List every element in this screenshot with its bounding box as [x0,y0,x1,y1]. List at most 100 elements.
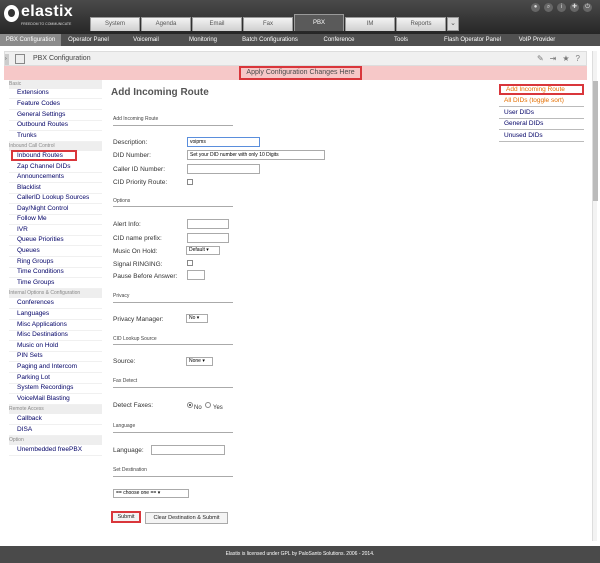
scrollbar-thumb[interactable] [593,81,598,201]
sidebar-item-time-groups[interactable]: Time Groups [9,278,102,289]
privacy-manager-label: Privacy Manager: [113,316,164,323]
cid-priority-checkbox[interactable] [187,179,193,185]
sidebar-item-queue-priorities[interactable]: Queue Priorities [9,235,102,246]
sidebar-toggle[interactable]: › [5,54,9,65]
sidebar-item-feature-codes[interactable]: Feature Codes [9,99,102,110]
destination-select[interactable]: == choose one == ▾ [113,489,189,498]
moh-value: Default [189,247,205,253]
ringing-label: Signal RINGING: [113,261,163,268]
divider [113,344,233,345]
main-form: Add Incoming Route Add Incoming Route De… [103,80,493,540]
pin-icon[interactable]: ✚ [570,3,579,12]
alert-info-label: Alert Info: [113,221,141,228]
menu-conference[interactable]: Conference [310,34,368,46]
right-user-dids[interactable]: User DIDs [499,108,584,119]
privacy-value: No [189,315,196,321]
right-unused-dids[interactable]: Unused DIDs [499,131,584,142]
menu-pbx-configuration[interactable]: PBX Configuration [0,34,61,46]
source-select[interactable]: None ▾ [186,357,213,366]
sidebar-item-announcements[interactable]: Announcements [9,172,102,183]
right-general-dids[interactable]: General DIDs [499,119,584,130]
caller-id-label: Caller ID Number: [113,166,166,173]
tab-im[interactable]: IM [345,17,395,31]
destination-value: == choose one == [116,490,157,496]
cid-prefix-input[interactable] [187,233,229,243]
info-icon[interactable]: i [557,3,566,12]
pause-input[interactable] [187,270,205,280]
cid-priority-label: CID Priority Route: [113,179,168,186]
tab-system[interactable]: System [90,17,140,31]
apply-config-link[interactable]: Apply Configuration Changes Here [239,66,362,80]
sidebar-item-outbound-routes[interactable]: Outbound Routes [9,120,102,131]
page-scrollbar[interactable] [592,51,598,541]
tab-email[interactable]: Email [192,17,242,31]
sidebar-section-option: Option [9,436,102,445]
logo-mark-icon [4,5,19,22]
sidebar-item-conferences[interactable]: Conferences [9,298,102,309]
menu-tools[interactable]: Tools [368,34,434,46]
section-cid-lookup: CID Lookup Source [113,336,157,342]
sidebar-item-callback[interactable]: Callback [9,414,102,425]
sidebar-item-follow-me[interactable]: Follow Me [9,214,102,225]
divider [113,206,233,207]
description-input[interactable]: voipms [187,137,260,147]
sidebar-item-trunks[interactable]: Trunks [9,131,102,142]
elastix-logo[interactable]: elastix FREEDOM TO COMMUNICATE [4,3,84,29]
sidebar-item-pin-sets[interactable]: PIN Sets [9,351,102,362]
sidebar-item-time-conditions[interactable]: Time Conditions [9,267,102,278]
divider [113,432,233,433]
user-icon[interactable]: ● [531,3,540,12]
sidebar-item-disa[interactable]: DISA [9,425,102,436]
sidebar-item-inbound-routes[interactable]: Inbound Routes [11,150,77,161]
menu-voicemail[interactable]: Voicemail [116,34,176,46]
sidebar-item-languages[interactable]: Languages [9,309,102,320]
more-tabs-chevron-icon[interactable]: ⌄ [447,17,459,31]
sidebar-item-voicemail-blasting[interactable]: VoiceMail Blasting [9,394,102,405]
moh-label: Music On Hold: [113,248,158,255]
alert-info-input[interactable] [187,219,229,229]
detect-faxes-label: Detect Faxes: [113,402,154,409]
menu-monitoring[interactable]: Monitoring [176,34,230,46]
did-input[interactable]: Set your DID number with only 10 Digits [187,150,325,160]
sidebar-item-unembedded-freepbx[interactable]: Unembedded freePBX [9,445,102,456]
fax-no-radio[interactable] [187,402,193,408]
exit-icon[interactable]: ⇥ [550,54,557,63]
tab-pbx[interactable]: PBX [294,14,344,31]
module-titlebar: › PBX Configuration ✎ ⇥ ★ ? [4,51,587,66]
right-all-dids[interactable]: All DIDs (toggle sort) [499,96,584,107]
tab-agenda[interactable]: Agenda [141,17,191,31]
sidebar-section-remote: Remote Access [9,405,102,414]
tab-reports[interactable]: Reports [396,17,446,31]
sidebar-item-system-recordings[interactable]: System Recordings [9,383,102,394]
clear-destination-submit-button[interactable]: Clear Destination & Submit [145,512,228,524]
menu-voip-provider[interactable]: VoIP Provider [511,34,563,46]
moh-select[interactable]: Default ▾ [186,246,220,255]
tab-fax[interactable]: Fax [243,17,293,31]
section-options: Options [113,198,131,204]
submit-button[interactable]: Submit [111,511,141,523]
header-tools: ● ⌕ i ✚ ⏻ [531,3,592,12]
sidebar-item-paging-intercom[interactable]: Paging and Intercom [9,362,102,373]
edit-icon[interactable]: ✎ [537,54,544,63]
sidebar-item-callerid-lookup[interactable]: CallerID Lookup Sources [9,193,102,204]
logout-icon[interactable]: ⏻ [583,3,592,12]
section-language: Language [113,423,136,429]
search-icon[interactable]: ⌕ [544,3,553,12]
language-input[interactable] [151,445,225,455]
divider [113,302,233,303]
sidebar-item-extensions[interactable]: Extensions [9,88,102,99]
help-icon[interactable]: ? [576,54,580,63]
ringing-checkbox[interactable] [187,260,193,266]
fax-no-label: No [194,405,202,411]
sidebar-item-queues[interactable]: Queues [9,246,102,257]
privacy-select[interactable]: No ▾ [186,314,208,323]
menu-operator-panel[interactable]: Operator Panel [61,34,116,46]
sidebar-item-misc-destinations[interactable]: Misc Destinations [9,330,102,341]
menu-flash-operator-panel[interactable]: Flash Operator Panel [434,34,511,46]
fax-yes-radio[interactable] [205,402,211,408]
right-add-incoming-route[interactable]: Add Incoming Route [499,84,584,95]
star-icon[interactable]: ★ [562,54,569,63]
menu-batch-configurations[interactable]: Batch Configurations [230,34,310,46]
section-fax: Fax Detect [113,378,138,384]
caller-id-input[interactable] [187,164,260,174]
